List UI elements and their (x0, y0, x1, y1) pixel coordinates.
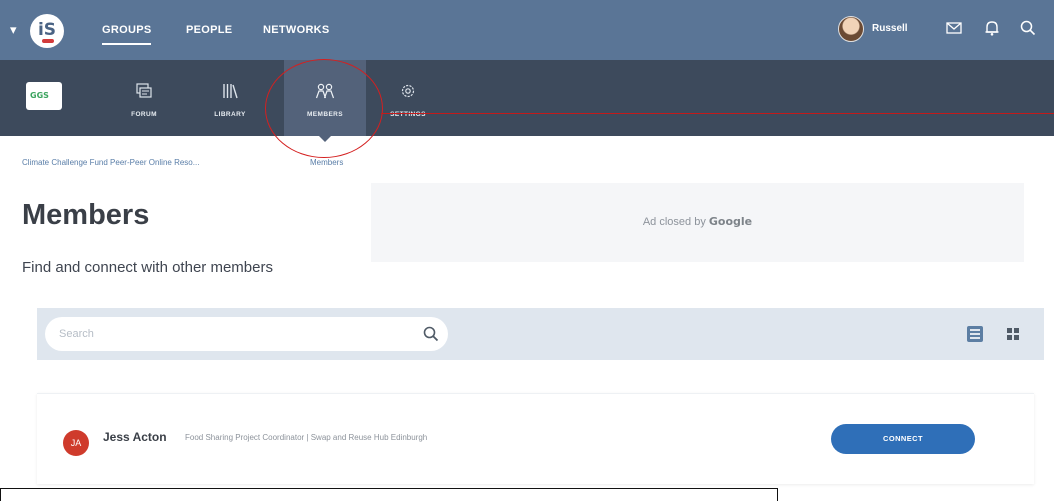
list-view-icon[interactable] (967, 326, 983, 342)
site-logo-text: iS (37, 20, 57, 40)
connect-button[interactable]: CONNECT (831, 424, 975, 454)
member-role: Food Sharing Project Coordinator | Swap … (185, 433, 428, 442)
breadcrumb-item-group[interactable]: Climate Challenge Fund Peer-Peer Online … (22, 158, 199, 167)
member-card: JA Jess Acton Food Sharing Project Coord… (37, 393, 1034, 484)
search-box (45, 317, 448, 351)
annotation-circle (265, 59, 383, 158)
nav-networks[interactable]: NETWORKS (263, 24, 330, 36)
tab-library-label: LIBRARY (214, 111, 246, 118)
search-toolbar (37, 308, 1044, 360)
site-logo[interactable]: iS (30, 14, 64, 48)
forum-icon (136, 83, 152, 98)
nav-people[interactable]: PEOPLE (186, 24, 232, 36)
top-navbar: ▾ iS GROUPS PEOPLE NETWORKS Russell (0, 0, 1054, 60)
tab-forum[interactable]: FORUM (112, 60, 176, 136)
search-icon[interactable] (422, 325, 440, 343)
group-logo-text: GGS (30, 91, 49, 100)
mail-icon[interactable] (944, 18, 964, 38)
ad-prefix: Ad closed by (642, 216, 706, 228)
tab-settings[interactable]: SETTINGS (376, 60, 440, 136)
ad-closed-text: Ad closed by Google (371, 215, 1024, 228)
page-subtitle: Find and connect with other members (22, 259, 273, 276)
ad-placeholder: Ad closed by Google (371, 183, 1024, 262)
annotation-box (0, 488, 778, 501)
tab-library[interactable]: LIBRARY (198, 60, 262, 136)
member-name[interactable]: Jess Acton (103, 430, 167, 444)
user-avatar[interactable] (838, 16, 864, 42)
settings-icon (401, 84, 415, 98)
library-icon (223, 84, 238, 99)
chevron-down-icon[interactable]: ▾ (10, 22, 17, 38)
search-icon[interactable] (1018, 18, 1038, 38)
page-title: Members (22, 199, 150, 231)
tab-forum-label: FORUM (131, 111, 157, 118)
search-input[interactable] (59, 325, 399, 343)
group-toolbar: GGS FORUM LIBRARY MEMBERS SETTINGS (0, 60, 1054, 142)
member-avatar[interactable]: JA (63, 430, 89, 456)
grid-view-icon[interactable] (1007, 328, 1019, 340)
group-logo[interactable]: GGS (26, 82, 62, 110)
breadcrumb-item-members[interactable]: Members (310, 158, 343, 167)
user-name[interactable]: Russell (872, 23, 908, 34)
ad-brand: Google (708, 215, 753, 228)
bell-icon[interactable] (982, 18, 1002, 38)
nav-groups[interactable]: GROUPS (102, 24, 152, 45)
logo-accent-dot (42, 39, 54, 43)
annotation-line (381, 113, 1054, 114)
